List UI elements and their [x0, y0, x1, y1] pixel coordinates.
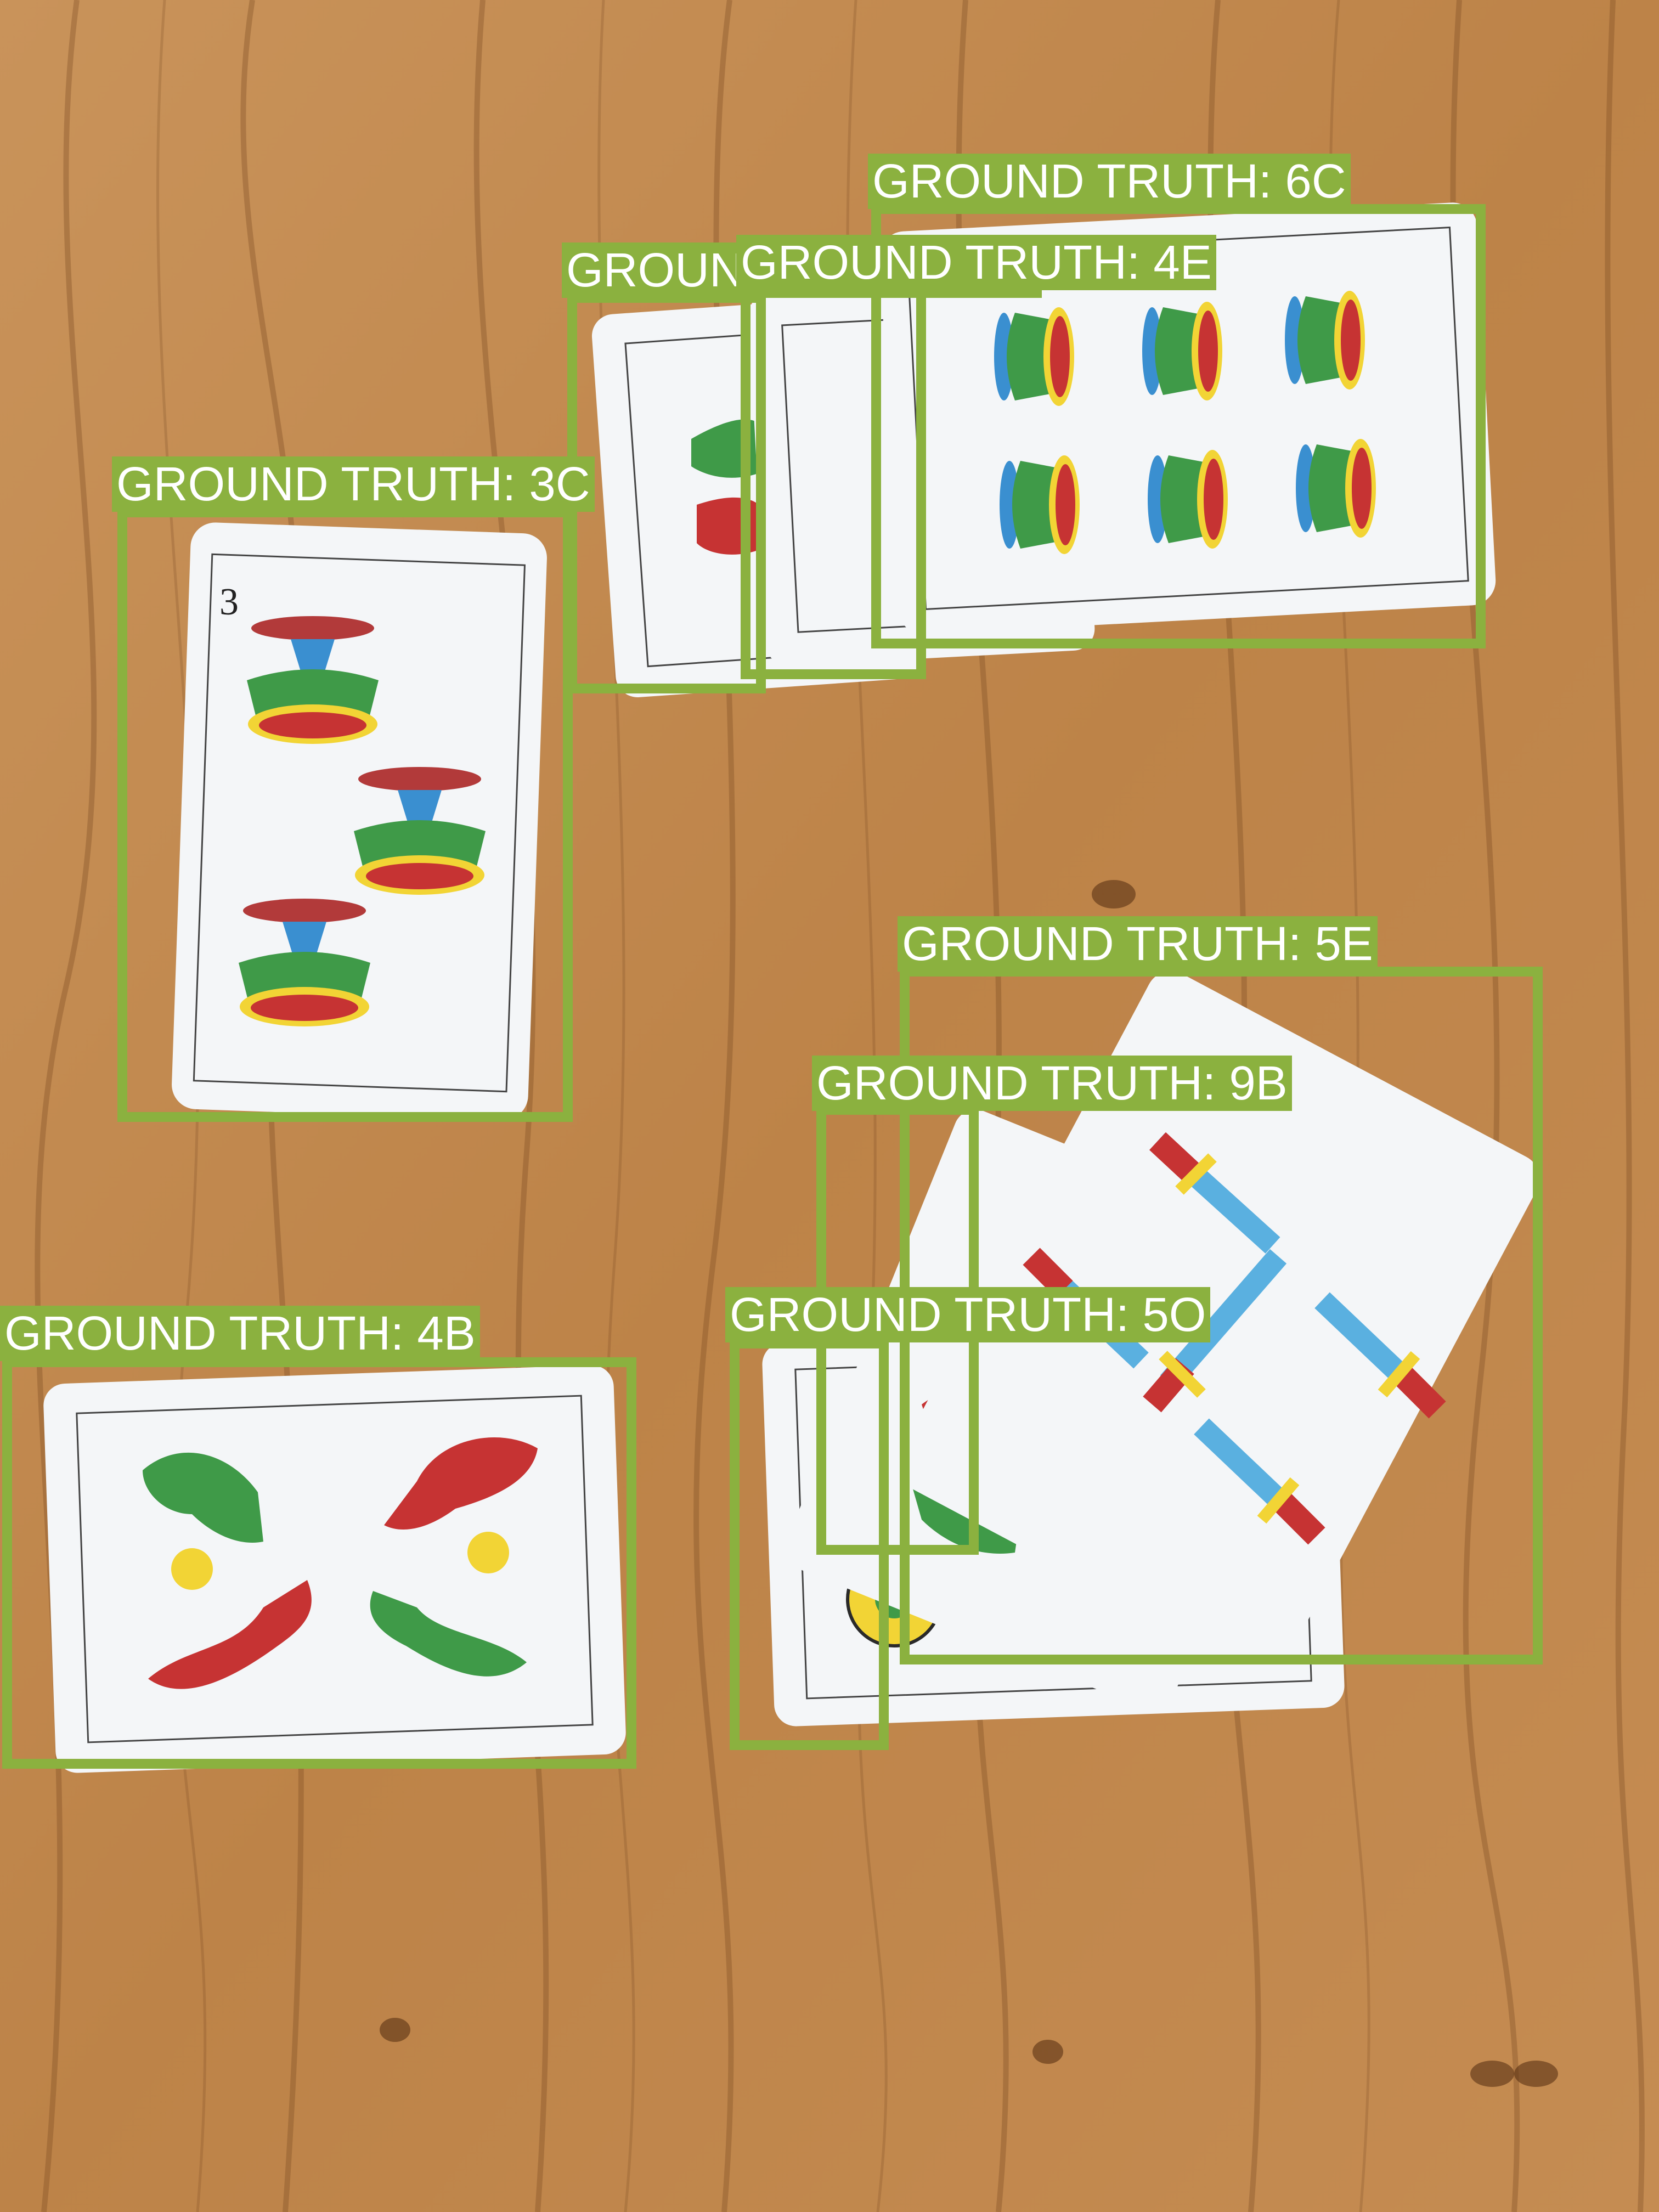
- label-5o: GROUND TRUTH: 5O: [725, 1287, 1211, 1342]
- bbox-5o: [730, 1339, 889, 1750]
- bbox-5b: [567, 293, 766, 693]
- bbox-4b: [2, 1357, 636, 1769]
- label-9b: GROUND TRUTH: 9B: [812, 1056, 1292, 1111]
- label-6c: GROUND TRUTH: 6C: [868, 154, 1351, 209]
- label-4b: GROUND TRUTH: 4B: [0, 1306, 480, 1361]
- label-5e: GROUND TRUTH: 5E: [898, 916, 1378, 972]
- label-3c: GROUND TRUTH: 3C: [112, 456, 595, 512]
- label-4e: GROUND TRUTH: 4E: [736, 235, 1216, 290]
- bbox-3c: [117, 507, 573, 1122]
